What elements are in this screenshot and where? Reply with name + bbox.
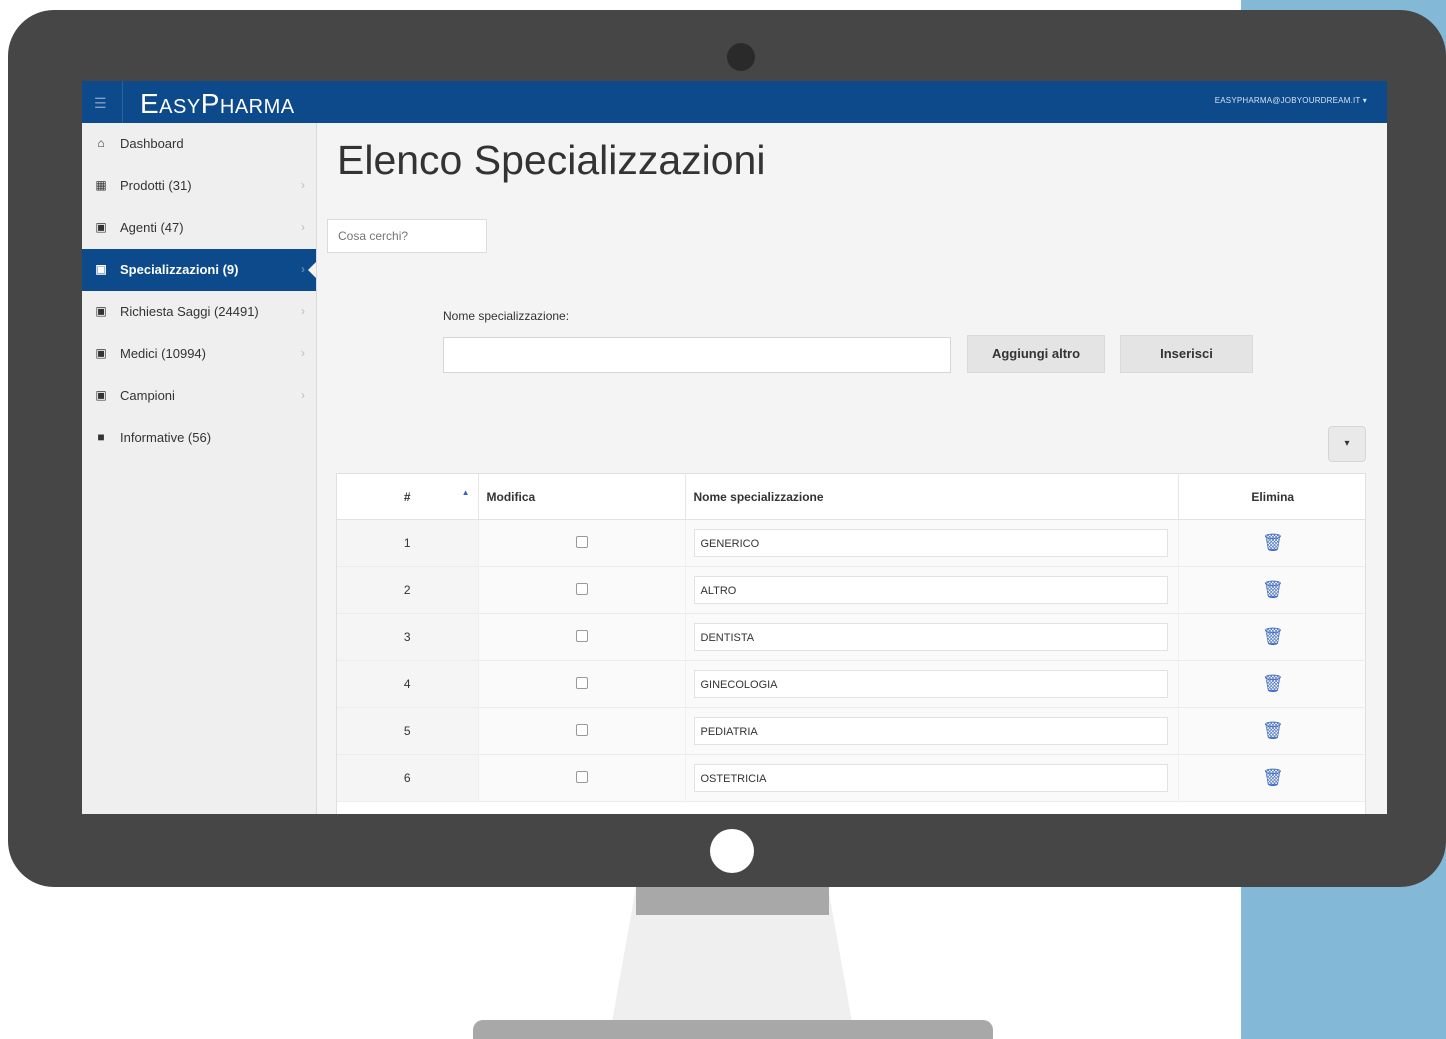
chevron-right-icon: › xyxy=(301,178,305,192)
sidebar-item-label: Agenti (47) xyxy=(120,220,184,235)
sidebar-item-label: Campioni xyxy=(120,388,175,403)
sidebar-item-specializzazioni[interactable]: ▣ Specializzazioni (9) › xyxy=(82,249,316,291)
column-header-num[interactable]: # ▲ xyxy=(337,474,479,520)
specialization-name-field[interactable]: GINECOLOGIA xyxy=(693,670,1168,698)
chevron-right-icon: › xyxy=(301,388,305,402)
row-id: 4 xyxy=(337,660,479,708)
row-id: 3 xyxy=(337,613,479,661)
row-id: 6 xyxy=(337,754,479,802)
column-header-delete[interactable]: Elimina xyxy=(1178,474,1365,520)
table-header-row: # ▲ Modifica Nome specializzazione Elimi… xyxy=(337,474,1365,520)
grid-icon: ▦ xyxy=(95,178,107,192)
sidebar-item-label: Dashboard xyxy=(120,136,184,151)
sidebar-item-label: Specializzazioni (9) xyxy=(120,262,239,277)
trash-icon[interactable]: 🗑 xyxy=(1262,580,1284,599)
trash-icon[interactable]: 🗑 xyxy=(1262,674,1284,693)
table-row: 6 OSTETRICIA 🗑 xyxy=(337,754,1365,802)
briefcase-icon: ▣ xyxy=(95,220,107,234)
sidebar-item-prodotti[interactable]: ▦ Prodotti (31) › xyxy=(82,165,316,207)
app-logo[interactable]: EasyPharma xyxy=(140,88,295,120)
chevron-right-icon: › xyxy=(301,220,305,234)
insert-button[interactable]: Inserisci xyxy=(1120,335,1253,373)
table-row: 4 GINECOLOGIA 🗑 xyxy=(337,660,1365,708)
webcam-icon xyxy=(727,43,755,71)
specialization-name-field[interactable]: ALTRO xyxy=(693,576,1168,604)
monitor-stand-shadow xyxy=(636,887,829,915)
specialization-name-field[interactable]: DENTISTA xyxy=(693,623,1168,651)
document-icon: ■ xyxy=(97,430,105,444)
caret-down-icon[interactable]: ▾ xyxy=(1328,426,1366,462)
column-header-name[interactable]: Nome specializzazione xyxy=(685,474,1179,520)
app-screen: ☰ EasyPharma EASYPHARMA@JOBYOURDREAM.IT … xyxy=(82,81,1387,814)
sort-ascending-icon[interactable]: ▲ xyxy=(462,488,470,497)
trash-icon[interactable]: 🗑 xyxy=(1262,627,1284,646)
sidebar-item-medici[interactable]: ▣ Medici (10994) › xyxy=(82,333,316,375)
sidebar-item-informative[interactable]: ■ Informative (56) xyxy=(82,417,316,459)
chevron-right-icon: › xyxy=(301,262,305,276)
search-input[interactable] xyxy=(327,219,487,253)
sidebar-item-agenti[interactable]: ▣ Agenti (47) › xyxy=(82,207,316,249)
page-title: Elenco Specializzazioni xyxy=(337,137,766,183)
specialization-name-field[interactable]: GENERICO xyxy=(693,529,1168,557)
table-row: 5 PEDIATRIA 🗑 xyxy=(337,707,1365,755)
sidebar-item-richiesta-saggi[interactable]: ▣ Richiesta Saggi (24491) › xyxy=(82,291,316,333)
sidebar-item-dashboard[interactable]: ⌂ Dashboard xyxy=(82,123,316,165)
trash-icon[interactable]: 🗑 xyxy=(1262,533,1284,552)
specialization-name-label: Nome specializzazione: xyxy=(443,309,570,323)
briefcase-icon: ▣ xyxy=(95,346,107,360)
edit-checkbox[interactable] xyxy=(575,535,588,548)
monitor-logo-button xyxy=(710,829,754,873)
monitor-base xyxy=(473,1020,993,1039)
row-id: 5 xyxy=(337,707,479,755)
top-navbar: ☰ EasyPharma EASYPHARMA@JOBYOURDREAM.IT … xyxy=(82,81,1387,123)
edit-checkbox[interactable] xyxy=(575,676,588,689)
column-header-label: # xyxy=(403,489,411,504)
briefcase-icon: ▣ xyxy=(95,304,107,318)
row-id: 2 xyxy=(337,566,479,614)
briefcase-icon: ▣ xyxy=(95,262,107,276)
specialization-name-field[interactable]: PEDIATRIA xyxy=(693,717,1168,745)
specialization-name-input[interactable] xyxy=(443,337,951,373)
divider xyxy=(122,81,123,123)
user-menu[interactable]: EASYPHARMA@JOBYOURDREAM.IT ▾ xyxy=(1215,96,1367,105)
specialization-name-field[interactable]: OSTETRICIA xyxy=(693,764,1168,792)
edit-checkbox[interactable] xyxy=(575,582,588,595)
specializations-table: # ▲ Modifica Nome specializzazione Elimi… xyxy=(336,473,1366,814)
sidebar-item-campioni[interactable]: ▣ Campioni › xyxy=(82,375,316,417)
row-id: 1 xyxy=(337,519,479,567)
table-row: 2 ALTRO 🗑 xyxy=(337,566,1365,614)
main-content: Elenco Specializzazioni Nome specializza… xyxy=(317,123,1387,814)
sidebar-item-label: Prodotti (31) xyxy=(120,178,192,193)
edit-checkbox[interactable] xyxy=(575,629,588,642)
table-row: 3 DENTISTA 🗑 xyxy=(337,613,1365,661)
edit-checkbox[interactable] xyxy=(575,723,588,736)
home-icon: ⌂ xyxy=(97,136,105,150)
chevron-right-icon: › xyxy=(301,304,305,318)
briefcase-icon: ▣ xyxy=(95,388,107,402)
chevron-right-icon: › xyxy=(301,346,305,360)
add-another-button[interactable]: Aggiungi altro xyxy=(967,335,1105,373)
sidebar-item-label: Richiesta Saggi (24491) xyxy=(120,304,259,319)
trash-icon[interactable]: 🗑 xyxy=(1262,721,1284,740)
sidebar: ⌂ Dashboard ▦ Prodotti (31) › ▣ Agenti (… xyxy=(82,123,317,814)
menu-toggle-icon[interactable]: ☰ xyxy=(94,95,107,112)
trash-icon[interactable]: 🗑 xyxy=(1262,768,1284,787)
table-row: 1 GENERICO 🗑 xyxy=(337,519,1365,567)
edit-checkbox[interactable] xyxy=(575,770,588,783)
sidebar-item-label: Medici (10994) xyxy=(120,346,206,361)
sidebar-item-label: Informative (56) xyxy=(120,430,212,445)
column-header-edit[interactable]: Modifica xyxy=(478,474,686,520)
